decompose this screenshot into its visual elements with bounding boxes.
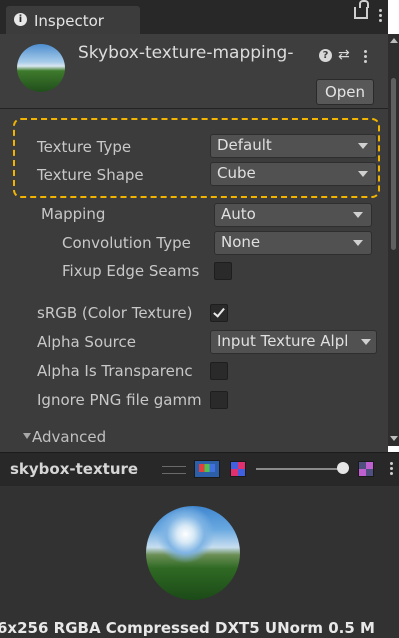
preview-toolbar: skybox-texture — [0, 452, 399, 486]
convolution-type-dropdown[interactable]: None — [214, 231, 372, 255]
asset-title: Skybox-texture-mapping- — [78, 43, 294, 63]
chevron-down-icon — [361, 339, 371, 345]
mip-level-slider-handle[interactable] — [337, 462, 349, 474]
open-button[interactable]: Open — [316, 79, 374, 105]
fixup-edge-seams-checkbox[interactable] — [214, 262, 232, 280]
alpha-source-label: Alpha Source — [37, 333, 136, 351]
tab-menu-icon[interactable] — [379, 9, 382, 24]
ignore-png-gamma-label: Ignore PNG file gamm — [37, 391, 202, 409]
tab-inspector-label: Inspector — [34, 12, 104, 30]
scrollbar[interactable] — [388, 34, 399, 446]
ignore-png-gamma-checkbox[interactable] — [210, 391, 228, 409]
preview-title: skybox-texture — [10, 460, 139, 478]
rgb-channel-icon[interactable] — [194, 460, 220, 478]
texture-info-text: 6x256 RGBA Compressed DXT5 UNorm 0.5 M — [0, 619, 375, 637]
chevron-down-icon — [353, 240, 363, 246]
tab-inspector[interactable]: i Inspector — [6, 6, 140, 34]
asset-menu-icon[interactable] — [364, 50, 367, 65]
srgb-checkbox[interactable] — [210, 304, 228, 322]
mip-level-slider[interactable] — [256, 468, 344, 470]
alpha-source-dropdown[interactable]: Input Texture Alpl — [210, 330, 377, 354]
chevron-down-icon — [353, 212, 363, 218]
mapping-value: Auto — [221, 205, 256, 223]
advanced-foldout-label[interactable]: Advanced — [32, 428, 106, 446]
preview-menu-icon[interactable] — [390, 462, 393, 477]
mapping-label: Mapping — [41, 205, 106, 223]
foldout-arrow-icon[interactable] — [23, 433, 31, 439]
lock-icon[interactable] — [354, 0, 369, 19]
mip-map-icon[interactable] — [358, 461, 374, 477]
preset-icon[interactable]: ⇄ — [338, 47, 350, 63]
scroll-up-arrow-icon[interactable] — [390, 38, 398, 43]
scrollbar-thumb[interactable] — [391, 78, 396, 250]
info-icon: i — [14, 13, 27, 26]
tab-bar: i Inspector — [0, 0, 388, 34]
srgb-label: sRGB (Color Texture) — [37, 304, 193, 322]
alpha-is-transparency-label: Alpha Is Transparenc — [37, 362, 193, 380]
highlight-box — [13, 118, 380, 198]
skybox-preview-sphere[interactable] — [146, 506, 240, 600]
help-icon[interactable]: ? — [319, 49, 332, 62]
convolution-type-value: None — [221, 233, 261, 251]
convolution-type-label: Convolution Type — [62, 234, 191, 252]
drag-handle-icon[interactable] — [162, 466, 186, 474]
alpha-channel-icon[interactable] — [230, 461, 246, 477]
mapping-dropdown[interactable]: Auto — [214, 203, 372, 227]
fixup-edge-seams-label: Fixup Edge Seams — [62, 262, 200, 280]
scroll-down-arrow-icon[interactable] — [390, 436, 398, 441]
asset-header: Skybox-texture-mapping- ? ⇄ Open — [0, 34, 388, 109]
alpha-is-transparency-checkbox[interactable] — [210, 362, 228, 380]
asset-thumbnail — [17, 44, 65, 92]
alpha-source-value: Input Texture Alpl — [217, 332, 349, 350]
preview-area: 6x256 RGBA Compressed DXT5 UNorm 0.5 M — [0, 486, 399, 638]
